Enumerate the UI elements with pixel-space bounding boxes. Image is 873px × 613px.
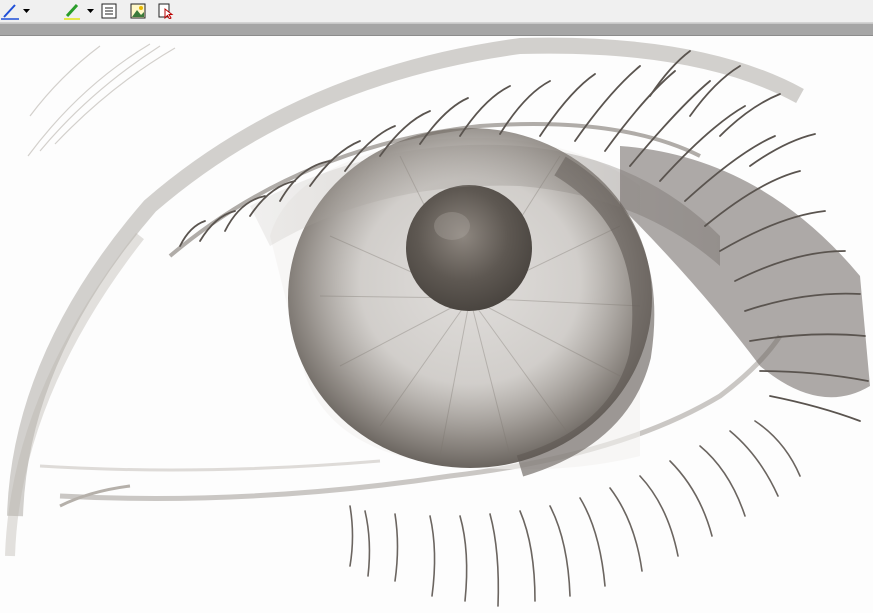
select-tool-icon [158,3,174,19]
drawing-canvas[interactable] [0,36,873,613]
eye-sketch-drawing [5,37,870,607]
chevron-down-icon [22,9,30,13]
select-tool-button[interactable] [154,1,178,21]
pen-dropdown[interactable] [20,1,32,21]
text-box-button[interactable] [98,1,120,21]
highlighter-icon [64,3,80,20]
highlighter-button[interactable] [60,1,84,21]
pen-icon [1,4,19,20]
insert-picture-button[interactable] [124,1,152,21]
drawing-toolbar [0,0,873,23]
insert-picture-icon [130,3,146,19]
text-box-icon [101,3,117,19]
chevron-down-icon [86,9,94,13]
brow-strokes [27,43,176,157]
pupil [406,185,532,311]
toolbar-separator [0,23,873,36]
pen-button[interactable] [0,1,20,21]
highlighter-dropdown[interactable] [84,1,96,21]
